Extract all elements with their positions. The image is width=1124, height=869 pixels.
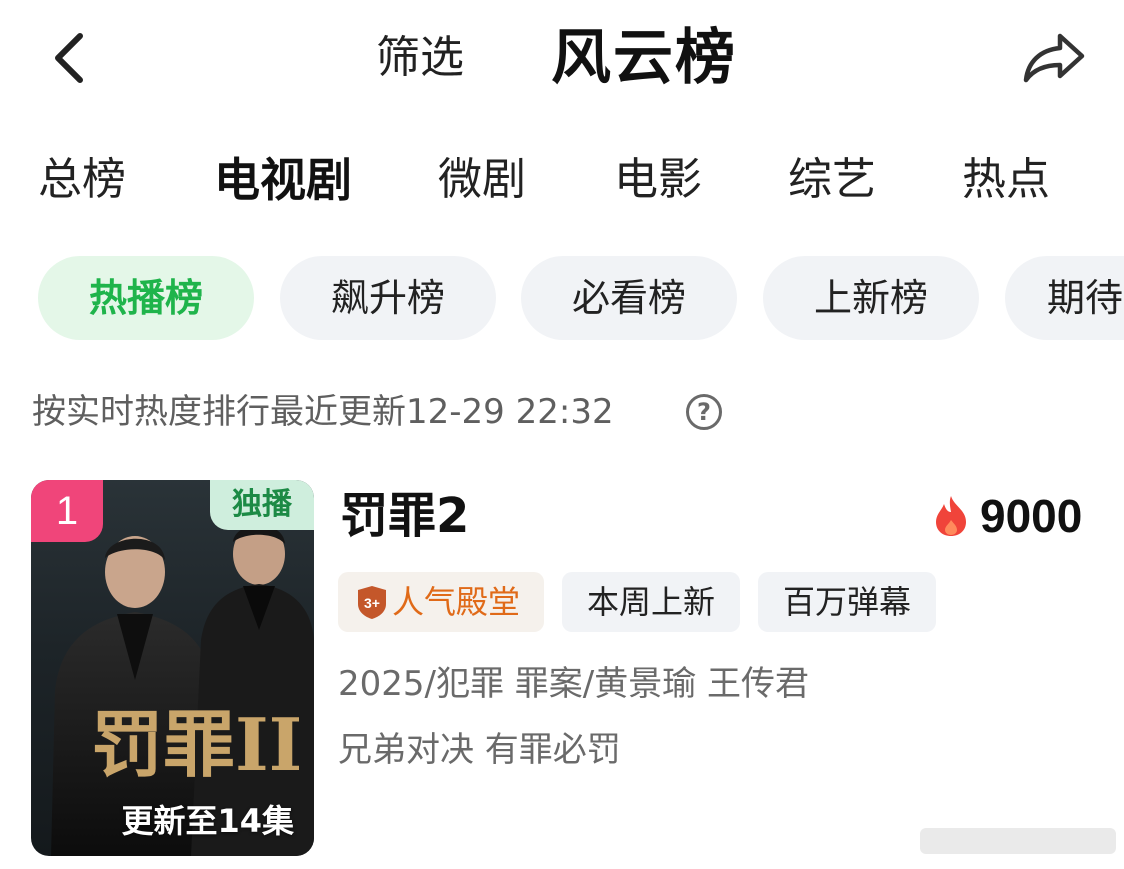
- tab-hot[interactable]: 热点: [962, 150, 1050, 210]
- tab-movie[interactable]: 电影: [614, 150, 702, 210]
- question-circle-icon[interactable]: ?: [686, 394, 722, 430]
- tag-label: 人气殿堂: [392, 583, 521, 621]
- poster-logo-text: 罚罪II: [91, 702, 302, 787]
- show-slogan: 兄弟对决 有罪必罚: [338, 730, 621, 770]
- pill-must-watch[interactable]: 必看榜: [521, 256, 737, 340]
- pill-anticipated[interactable]: 期待: [1005, 256, 1124, 340]
- pill-hot-playing[interactable]: 热播榜: [38, 256, 254, 340]
- flame-icon: [936, 496, 966, 536]
- tab-variety[interactable]: 综艺: [788, 150, 876, 210]
- watermark-logo: [920, 828, 1116, 854]
- ranking-pills: 热播榜 飙升榜 必看榜 上新榜 期待: [0, 256, 1124, 340]
- rank-badge: 1: [31, 480, 103, 542]
- share-button[interactable]: [1020, 28, 1088, 88]
- tab-tv-series[interactable]: 电视剧: [214, 150, 352, 210]
- pill-rising[interactable]: 飙升榜: [280, 256, 496, 340]
- hall-badge-icon: 3+: [358, 586, 386, 619]
- tab-micro-drama[interactable]: 微剧: [438, 150, 526, 210]
- back-button[interactable]: [44, 26, 96, 90]
- filter-button[interactable]: 筛选: [376, 26, 464, 90]
- category-tabs: 总榜 电视剧 微剧 电影 综艺 热点: [0, 150, 1124, 210]
- tag-million-danmu[interactable]: 百万弹幕: [758, 572, 936, 632]
- heat-value: 9000: [980, 490, 1083, 542]
- pill-new[interactable]: 上新榜: [763, 256, 979, 340]
- exclusive-badge: 独播: [210, 480, 314, 530]
- show-title[interactable]: 罚罪2: [340, 486, 469, 546]
- tab-overall[interactable]: 总榜: [38, 150, 126, 210]
- tag-popularity-hall[interactable]: 3+ 人气殿堂: [338, 572, 544, 632]
- chevron-left-icon: [55, 33, 83, 83]
- page-title: 风云榜: [551, 23, 737, 93]
- show-poster[interactable]: 罚罪II 1 独播 更新至14集: [31, 480, 314, 856]
- tag-new-this-week[interactable]: 本周上新: [562, 572, 740, 632]
- episode-status: 更新至14集: [121, 802, 294, 840]
- share-arrow-icon: [1023, 33, 1085, 83]
- hall-badge-text: 3+: [364, 595, 380, 611]
- update-info: 按实时热度排行最近更新12-29 22:32: [32, 392, 614, 432]
- show-meta: 2025/犯罪 罪案/黄景瑜 王传君: [338, 664, 810, 704]
